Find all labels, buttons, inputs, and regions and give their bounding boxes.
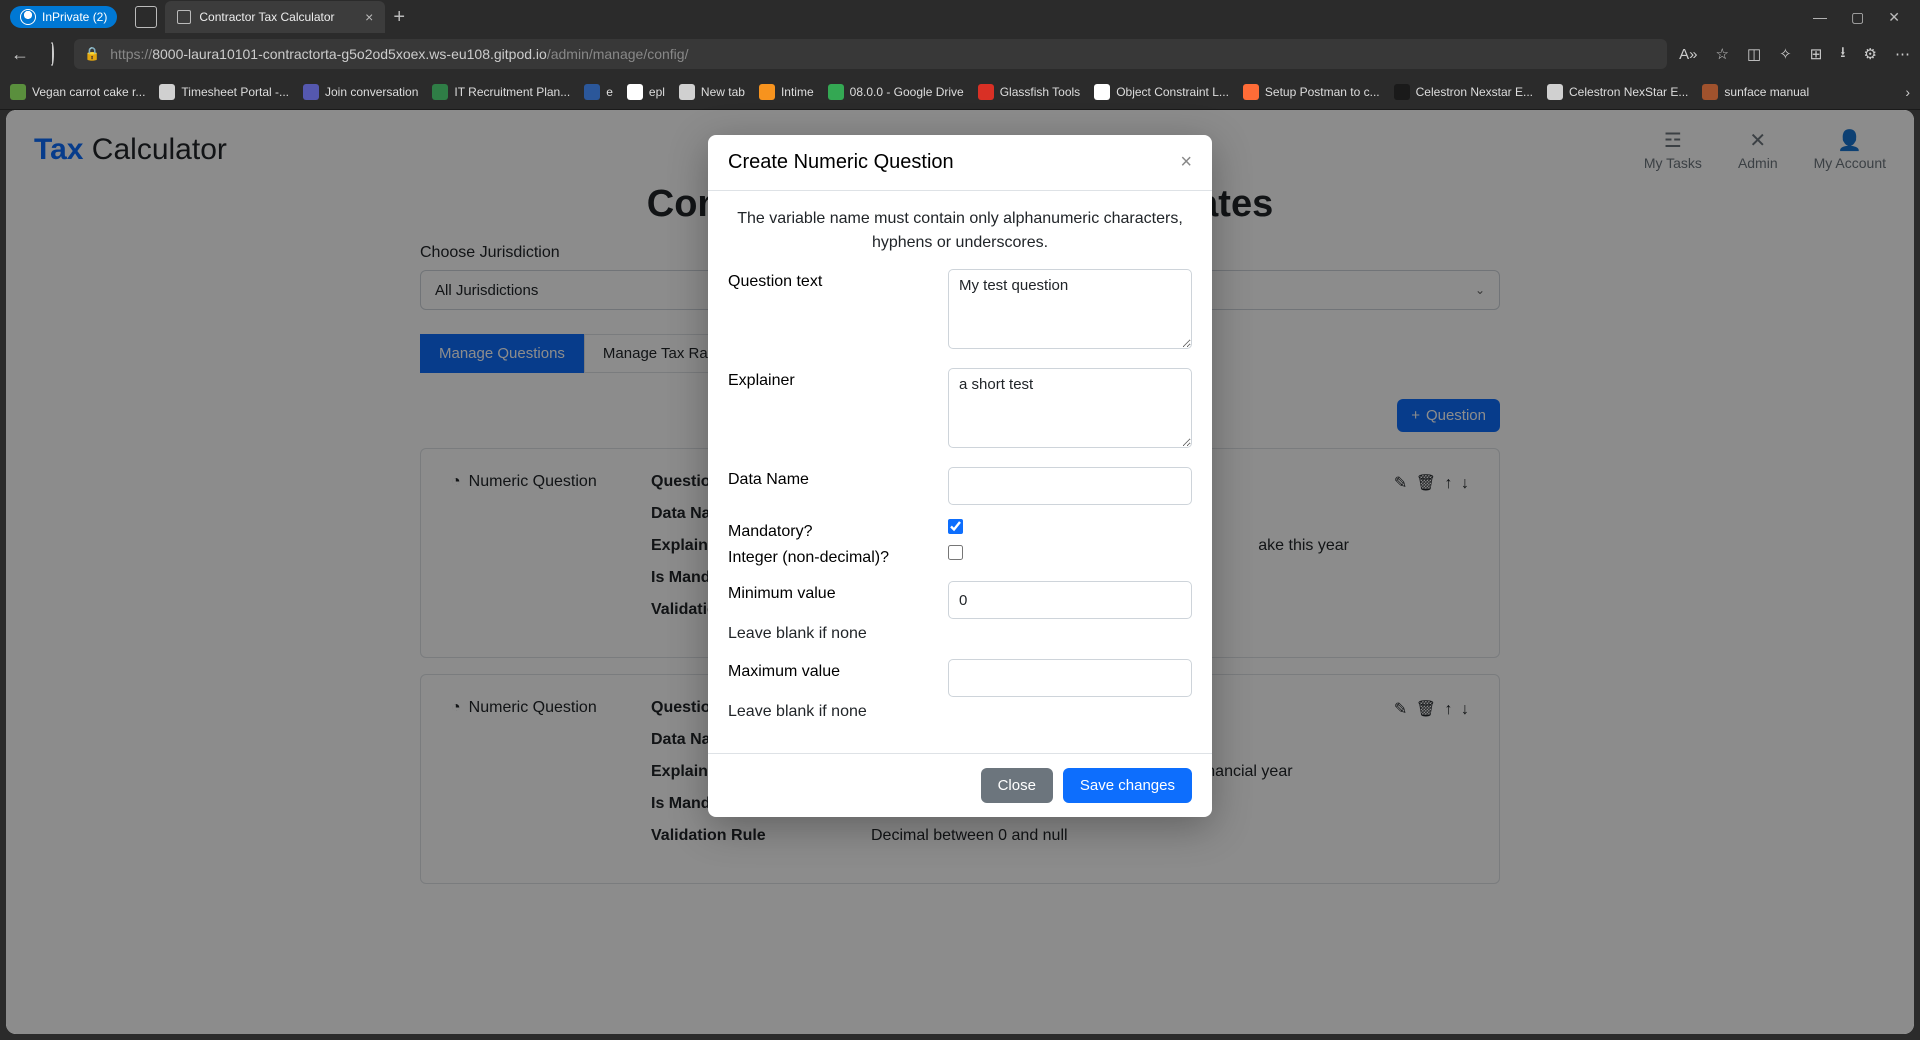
nav-back-icon[interactable]: ← [10, 44, 30, 65]
mandatory-checkbox[interactable] [948, 519, 963, 534]
explainer-label: Explainer [728, 368, 948, 390]
bookmark-label: Join conversation [325, 85, 418, 99]
data-name-label: Data Name [728, 467, 948, 489]
bookmark-item[interactable]: Celestron Nexstar E... [1394, 84, 1533, 100]
favicon-icon [584, 84, 600, 100]
bookmark-item[interactable]: 08.0.0 - Google Drive [828, 84, 964, 100]
favicon-icon [1394, 84, 1410, 100]
url-text: https://8000-laura10101-contractorta-g5o… [110, 46, 688, 62]
bookmark-label: Vegan carrot cake r... [32, 85, 145, 99]
window-minimize-icon[interactable]: — [1813, 9, 1827, 26]
new-tab-button[interactable]: + [393, 6, 405, 29]
bookmark-label: Setup Postman to c... [1265, 85, 1380, 99]
favorite-icon[interactable]: ☆ [1715, 45, 1728, 63]
question-text-input[interactable] [948, 269, 1192, 349]
bookmark-item[interactable]: IT Recruitment Plan... [432, 84, 570, 100]
bookmark-label: New tab [701, 85, 745, 99]
bookmark-item[interactable]: Celestron NexStar E... [1547, 84, 1688, 100]
bookmark-label: Intime [781, 85, 814, 99]
favicon-icon [10, 84, 26, 100]
tab-close-icon[interactable]: × [365, 9, 373, 25]
bookmark-label: sunface manual [1724, 85, 1809, 99]
bookmark-label: Glassfish Tools [1000, 85, 1080, 99]
nav-refresh-icon[interactable] [42, 44, 62, 65]
bookmark-label: Celestron NexStar E... [1569, 85, 1688, 99]
favicon-icon [1702, 84, 1718, 100]
window-close-icon[interactable]: ✕ [1888, 9, 1900, 26]
favicon-icon [303, 84, 319, 100]
bookmark-item[interactable]: epl [627, 84, 665, 100]
favicon-icon [159, 84, 175, 100]
split-screen-icon[interactable]: ◫ [1747, 45, 1761, 63]
max-hint: Leave blank if none [728, 703, 1192, 721]
tab-title: Contractor Tax Calculator [199, 10, 334, 24]
close-button[interactable]: Close [981, 768, 1053, 803]
integer-label: Integer (non-decimal)? [728, 545, 948, 567]
avatar-icon [20, 9, 36, 25]
collections-icon[interactable]: ⊞ [1810, 45, 1823, 63]
min-value-label: Minimum value [728, 581, 948, 603]
favicon-icon [432, 84, 448, 100]
favicon-icon [828, 84, 844, 100]
inprivate-badge[interactable]: InPrivate (2) [10, 6, 117, 28]
bookmark-label: Celestron Nexstar E... [1416, 85, 1533, 99]
save-button[interactable]: Save changes [1063, 768, 1192, 803]
favicon-icon [627, 84, 643, 100]
create-question-modal: Create Numeric Question × The variable n… [708, 135, 1212, 817]
address-bar[interactable]: 🔒 https://8000-laura10101-contractorta-g… [74, 39, 1667, 69]
explainer-input[interactable] [948, 368, 1192, 448]
window-maximize-icon[interactable]: ▢ [1851, 9, 1864, 26]
bookmark-item[interactable]: sunface manual [1702, 84, 1809, 100]
inprivate-label: InPrivate (2) [42, 10, 107, 24]
bookmarks-overflow-icon[interactable]: › [1905, 84, 1910, 100]
bookmark-label: IT Recruitment Plan... [454, 85, 570, 99]
favicon-icon [1243, 84, 1259, 100]
min-value-input[interactable] [948, 581, 1192, 619]
bookmark-item[interactable]: Vegan carrot cake r... [10, 84, 145, 100]
favicon-icon [1547, 84, 1563, 100]
bookmark-label: Object Constraint L... [1116, 85, 1229, 99]
bookmark-label: e [606, 85, 613, 99]
modal-title: Create Numeric Question [728, 151, 954, 174]
bookmark-item[interactable]: Object Constraint L... [1094, 84, 1229, 100]
bookmark-item[interactable]: Timesheet Portal -... [159, 84, 289, 100]
min-hint: Leave blank if none [728, 625, 1192, 643]
bookmark-label: Timesheet Portal -... [181, 85, 289, 99]
mandatory-label: Mandatory? [728, 519, 948, 541]
downloads-icon[interactable]: ⭳ [1840, 42, 1845, 67]
favicon-icon [759, 84, 775, 100]
validation-message: The variable name must contain only alph… [728, 207, 1192, 255]
tab-overview-icon[interactable] [135, 6, 157, 28]
max-value-input[interactable] [948, 659, 1192, 697]
browser-tab-active[interactable]: Contractor Tax Calculator × [165, 1, 385, 33]
bookmark-item[interactable]: New tab [679, 84, 745, 100]
bookmark-item[interactable]: Setup Postman to c... [1243, 84, 1380, 100]
bookmark-label: epl [649, 85, 665, 99]
more-icon[interactable]: ⋯ [1895, 45, 1910, 63]
question-text-label: Question text [728, 269, 948, 291]
bookmark-item[interactable]: Glassfish Tools [978, 84, 1080, 100]
bookmark-item[interactable]: e [584, 84, 613, 100]
favicon-icon [1094, 84, 1110, 100]
max-value-label: Maximum value [728, 659, 948, 681]
bookmark-item[interactable]: Join conversation [303, 84, 418, 100]
bookmark-item[interactable]: Intime [759, 84, 814, 100]
favicon-icon [679, 84, 695, 100]
read-aloud-icon[interactable]: A» [1679, 46, 1697, 63]
integer-checkbox[interactable] [948, 545, 963, 560]
favorites-list-icon[interactable]: ✧ [1779, 45, 1792, 63]
favicon-icon [978, 84, 994, 100]
bookmark-label: 08.0.0 - Google Drive [850, 85, 964, 99]
modal-close-icon[interactable]: × [1180, 151, 1192, 174]
extensions-icon[interactable]: ⚙ [1864, 45, 1877, 63]
lock-icon: 🔒 [84, 46, 100, 62]
data-name-input[interactable] [948, 467, 1192, 505]
page-icon [177, 10, 191, 24]
bookmarks-bar: Vegan carrot cake r... Timesheet Portal -… [0, 74, 1920, 110]
